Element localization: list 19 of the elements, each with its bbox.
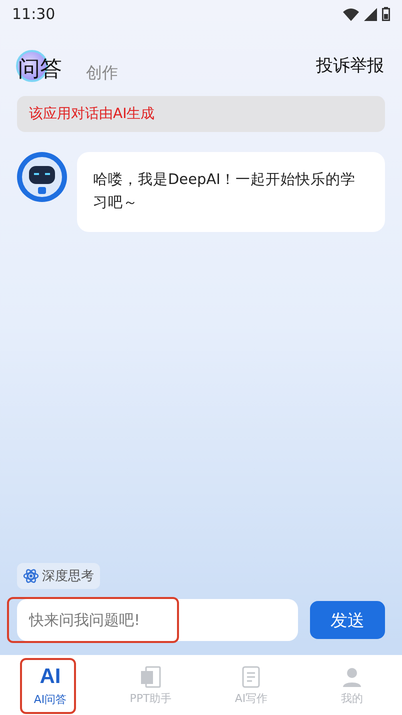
header-tab[interactable]: 创作: [86, 63, 118, 84]
ai-notice: 该应用对话由AI生成: [17, 96, 385, 132]
ai-icon: AI: [40, 664, 61, 690]
signal-icon: [364, 8, 377, 20]
robot-avatar-icon: [17, 152, 67, 202]
status-time: 11:30: [12, 5, 56, 23]
chip-label: 深度思考: [42, 568, 94, 585]
send-button[interactable]: 发送: [310, 601, 385, 639]
document-icon: [241, 664, 262, 688]
report-link[interactable]: 投诉举报: [316, 54, 384, 76]
wifi-icon: [343, 8, 359, 20]
highlight-frame: [20, 658, 76, 714]
chat-bubble: 哈喽，我是DeepAI！一起开始快乐的学习吧～: [77, 152, 385, 232]
slides-icon: [140, 664, 162, 688]
header-tab[interactable]: 问答: [18, 54, 62, 84]
nav-tab[interactable]: AI AI问答: [0, 655, 100, 715]
atom-icon: [23, 568, 39, 584]
deep-think-toggle[interactable]: 深度思考: [17, 563, 100, 589]
battery-icon: [382, 7, 390, 21]
